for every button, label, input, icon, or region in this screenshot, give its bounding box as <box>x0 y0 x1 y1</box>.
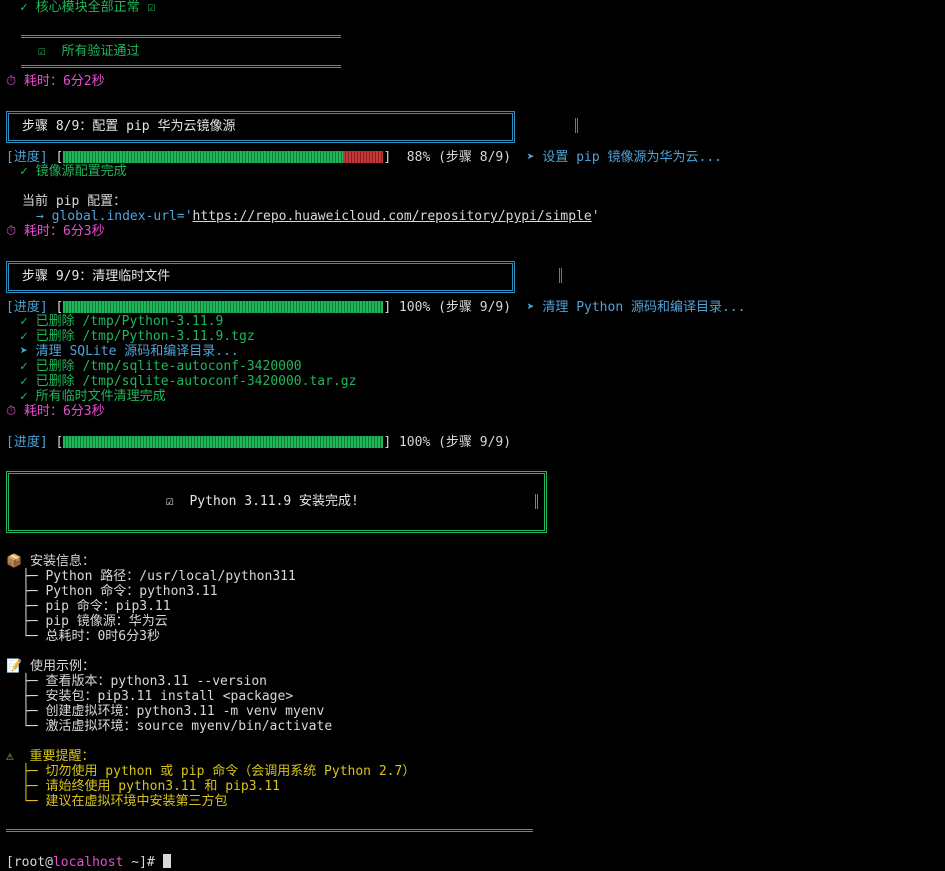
banner-text: ☑ Python 3.11.9 安装完成! <box>166 494 359 509</box>
usage-item: └─ 激活虚拟环境：source myenv/bin/activate <box>22 719 333 734</box>
progress-label: [进度] <box>6 435 48 450</box>
progress-label: [进度] <box>6 300 48 315</box>
cleanup-line: ➤ 清理 SQLite 源码和编译目录... <box>20 344 239 359</box>
progress-label: [进度] <box>6 150 48 165</box>
cleanup-line: ✓ 已删除 /tmp/sqlite-autoconf-3420000 <box>20 359 302 374</box>
progress-bar-fill <box>63 436 384 448</box>
cleanup-line: ✓ 已删除 /tmp/sqlite-autoconf-3420000.tar.g… <box>20 374 357 389</box>
progress-bar-remaining <box>343 151 384 163</box>
warning-item: ├─ 切勿使用 python 或 pip 命令（会调用系统 Python 2.7… <box>22 764 416 779</box>
elapsed-line: ⏱ 耗时：6分3秒 <box>6 404 105 419</box>
cleanup-line: ✓ 已删除 /tmp/Python-3.11.9 <box>20 314 224 329</box>
shell-prompt[interactable]: [root@localhost ~]# <box>6 854 171 870</box>
core-ok-line: ✓ 核心模块全部正常 ☑ <box>20 0 156 15</box>
usage-item: ├─ 查看版本：python3.11 --version <box>22 674 268 689</box>
all-pass-line: ☑ 所有验证通过 <box>38 44 140 59</box>
progress-action: ➤ 设置 pip 镜像源为华为云... <box>526 150 723 165</box>
warning-item: ├─ 请始终使用 python3.11 和 pip3.11 <box>22 779 281 794</box>
elapsed-line: ⏱ 耗时：6分3秒 <box>6 224 105 239</box>
progress-bar-fill <box>63 151 344 163</box>
hostname: localhost <box>52 855 124 870</box>
divider <box>21 65 341 68</box>
box-edge <box>535 494 540 509</box>
divider <box>6 829 533 832</box>
install-info-item: ├─ Python 路径：/usr/local/python311 <box>22 569 296 584</box>
elapsed-line: ⏱ 耗时：6分2秒 <box>6 74 105 89</box>
install-info-item: └─ 总耗时：0时6分3秒 <box>22 629 160 644</box>
pip-config-head: 当前 pip 配置： <box>22 194 127 209</box>
install-info-item: ├─ pip 命令：pip3.11 <box>22 599 171 614</box>
box-edge <box>559 268 564 283</box>
warning-head: ⚠ 重要提醒： <box>6 749 95 764</box>
progress-percent: 88% (步骤 8/9) <box>406 150 512 165</box>
progress-percent: 100% (步骤 9/9) <box>398 300 512 315</box>
divider <box>21 35 341 38</box>
terminal-window[interactable]: ✓ 核心模块全部正常 ☑ ☑ 所有验证通过 ⏱ 耗时：6分2秒 步骤 8/9：配… <box>0 0 945 871</box>
install-info-item: ├─ Python 命令：python3.11 <box>22 584 218 599</box>
usage-head: 📝 使用示例： <box>6 659 96 674</box>
progress-action: ➤ 清理 Python 源码和编译目录... <box>526 300 746 315</box>
step-9-title: 步骤 9/9：清理临时文件 <box>22 269 171 284</box>
progress-percent: 100% (步骤 9/9) <box>398 435 512 450</box>
cleanup-line: ✓ 已删除 /tmp/Python-3.11.9.tgz <box>20 329 255 344</box>
mirror-url-link[interactable]: https://repo.huaweicloud.com/repository/… <box>193 209 592 224</box>
install-info-item: ├─ pip 镜像源：华为云 <box>22 614 168 629</box>
box-edge <box>575 118 580 133</box>
cleanup-line: ✓ 所有临时文件清理完成 <box>20 389 166 404</box>
progress-bar-fill <box>63 301 384 313</box>
install-info-head: 📦 安装信息： <box>6 554 96 569</box>
usage-item: ├─ 创建虚拟环境：python3.11 -m venv myenv <box>22 704 325 719</box>
cursor[interactable] <box>162 854 171 868</box>
final-progress-line: [进度] [] 100% (步骤 9/9) <box>6 435 512 450</box>
step-9-progress-line: [进度] [] 100% (步骤 9/9) ➤ 清理 Python 源码和编译目… <box>6 300 746 315</box>
pip-config-line: → global.index-url='https://repo.huaweic… <box>36 209 600 224</box>
usage-item: ├─ 安装包：pip3.11 install <package> <box>22 689 294 704</box>
step-8-done: ✓ 镜像源配置完成 <box>20 164 127 179</box>
warning-item: └─ 建议在虚拟环境中安装第三方包 <box>22 794 228 809</box>
step-8-title: 步骤 8/9：配置 pip 华为云镜像源 <box>22 119 236 134</box>
step-8-progress-line: [进度] [] 88% (步骤 8/9) ➤ 设置 pip 镜像源为华为云... <box>6 150 723 165</box>
